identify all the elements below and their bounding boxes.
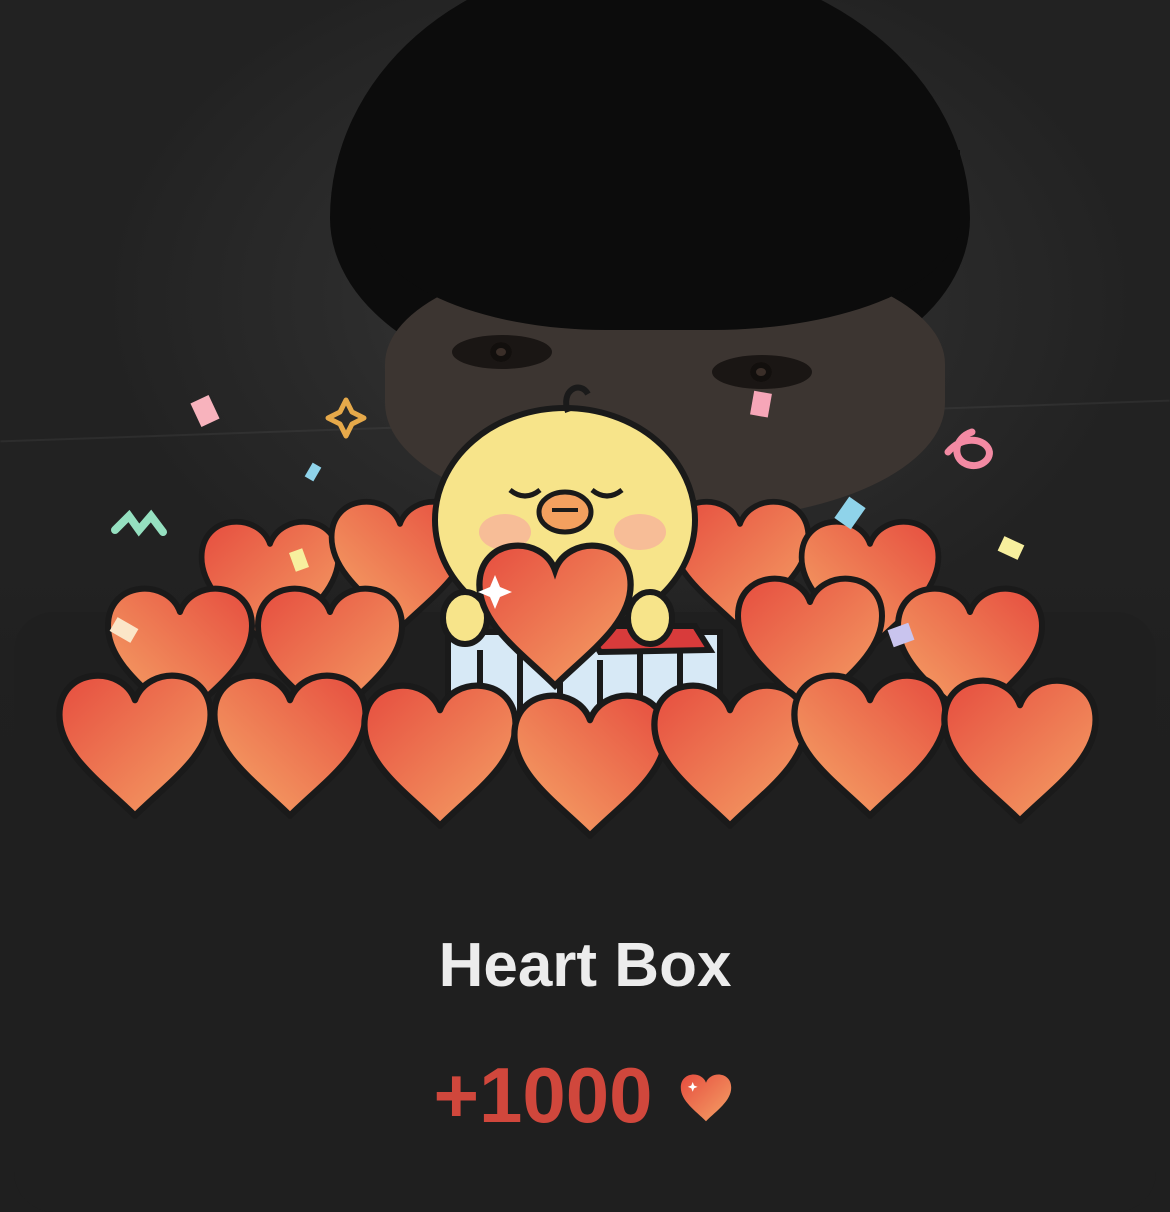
heart-shape — [364, 686, 515, 826]
heart-box-illustration — [40, 384, 1130, 880]
heart-shape — [944, 681, 1095, 821]
reward-amount: +1000 — [433, 1051, 653, 1139]
reward-title: Heart Box — [438, 931, 732, 1000]
heart-shape — [514, 696, 665, 836]
heart-icon — [680, 1074, 731, 1121]
heart-shape — [654, 686, 805, 826]
heart-shape — [214, 676, 365, 816]
person-bangs — [370, 150, 960, 330]
heart-shape — [59, 676, 210, 816]
heart-shape — [794, 676, 945, 816]
reward-row: +1000 — [0, 1050, 1170, 1141]
